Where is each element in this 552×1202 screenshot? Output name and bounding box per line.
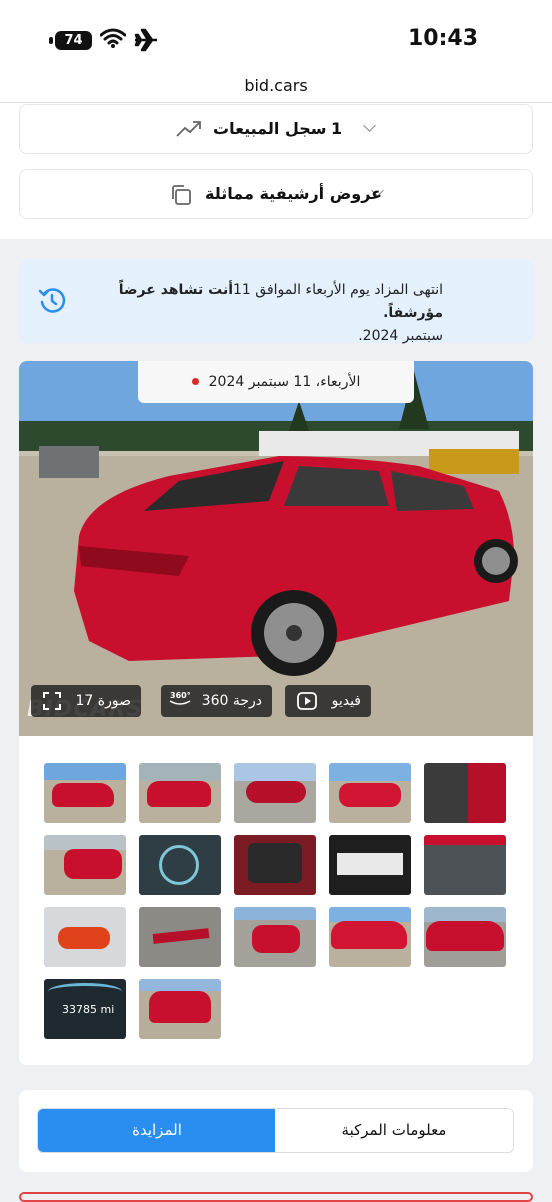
airplane-icon — [134, 28, 157, 52]
video-label: فيديو — [331, 693, 361, 709]
thumbnail[interactable] — [424, 907, 506, 967]
tabs-container: المزايدة معلومات المركبة — [19, 1090, 533, 1172]
thumbnail[interactable] — [329, 763, 411, 823]
thumbnail[interactable] — [234, 835, 316, 895]
photos-button[interactable]: 17 صورة — [31, 685, 141, 717]
sales-history-accordion[interactable]: 1 سجل المبيعات — [19, 104, 533, 154]
tab-auction[interactable]: المزايدة — [38, 1109, 276, 1152]
svg-text:360°: 360° — [170, 691, 191, 700]
fullscreen-icon — [43, 692, 61, 710]
thumbnail[interactable] — [44, 763, 126, 823]
thumbnail[interactable] — [139, 979, 221, 1039]
thumbnail[interactable] — [329, 907, 411, 967]
auction-date-tag: الأربعاء، 11 سبتمبر 2024 — [138, 361, 414, 403]
gallery-card: الأربعاء، 11 سبتمبر 2024 BIDCARS 17 صورة… — [19, 361, 533, 1065]
video-button[interactable]: فيديو — [285, 685, 371, 717]
battery-nub — [49, 37, 53, 44]
tab-vehicle-info[interactable]: معلومات المركبة — [275, 1109, 513, 1152]
trend-up-icon — [176, 121, 201, 137]
thumbnail[interactable] — [139, 763, 221, 823]
thumbnail[interactable] — [139, 907, 221, 967]
copy-icon — [172, 185, 191, 205]
live-dot — [191, 378, 199, 385]
archived-offers-accordion[interactable]: عروض أرشيفية مماثلة — [19, 169, 533, 219]
battery-indicator: 74 — [55, 31, 92, 50]
thumbnail[interactable] — [139, 835, 221, 895]
tab-bar: المزايدة معلومات المركبة — [37, 1108, 514, 1153]
main-car-photo[interactable]: الأربعاء، 11 سبتمبر 2024 BIDCARS 17 صورة… — [19, 361, 533, 736]
thumbnail[interactable]: 33785 mi — [44, 979, 126, 1039]
auction-date: الأربعاء، 11 سبتمبر 2024 — [208, 374, 361, 390]
thumbnail[interactable] — [44, 907, 126, 967]
sales-history-count: 1 — [331, 119, 343, 138]
photo-count: 17 صورة — [75, 693, 131, 709]
thumbnail[interactable] — [234, 763, 316, 823]
thumbnail[interactable] — [44, 835, 126, 895]
clock: 10:43 — [407, 26, 478, 51]
status-bar: 74 10:43 — [0, 0, 552, 72]
thumbnail[interactable] — [424, 763, 506, 823]
notice-line1-prefix: انتهى المزاد يوم الأربعاء الموافق 11 — [233, 282, 443, 298]
play-icon — [297, 692, 317, 710]
chevron-down-icon — [363, 119, 376, 132]
notice-line2: سبتمبر 2024. — [358, 328, 443, 344]
thumbnail[interactable] — [424, 835, 506, 895]
url-bar[interactable]: bid.cars — [0, 72, 552, 103]
next-section-edge — [19, 1192, 533, 1202]
car-photo-illustration — [19, 361, 533, 736]
spin-360-label: 360 درجة — [201, 693, 262, 709]
odometer-reading: 33785 mi — [62, 1003, 115, 1016]
history-icon — [38, 288, 66, 313]
spin-360-button[interactable]: 360° 360 درجة — [161, 685, 272, 717]
archived-offers-label: عروض أرشيفية مماثلة — [205, 184, 383, 203]
spin-360-icon: 360° — [169, 691, 191, 705]
wifi-icon — [100, 28, 126, 48]
thumbnail[interactable] — [234, 907, 316, 967]
url-text: bid.cars — [244, 76, 308, 95]
thumbnail[interactable] — [329, 835, 411, 895]
sales-history-label: سجل المبيعات — [213, 119, 327, 138]
notice-text: انتهى المزاد يوم الأربعاء الموافق 11أنت … — [63, 279, 443, 348]
archived-notice: انتهى المزاد يوم الأربعاء الموافق 11أنت … — [19, 259, 533, 344]
